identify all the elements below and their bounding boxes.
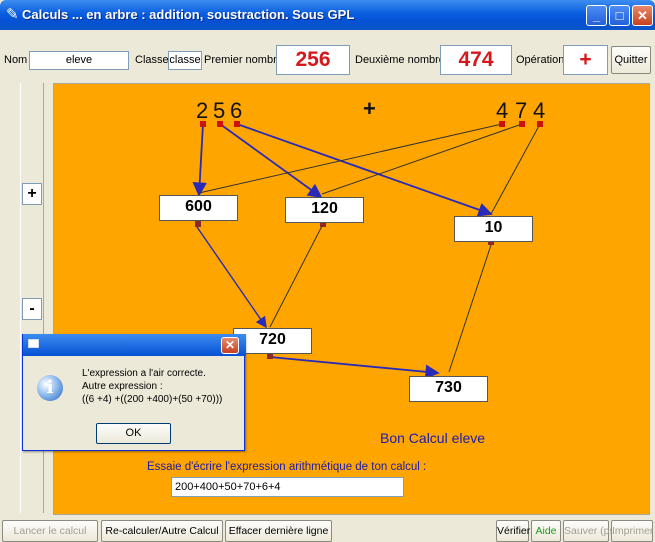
second-number-digit[interactable]: 4 <box>496 98 508 124</box>
first-number-digit[interactable]: 2 <box>196 98 208 124</box>
arrow-600-to-720 <box>196 226 267 329</box>
classe-field[interactable]: classe <box>168 51 202 70</box>
deuxieme-nombre-field[interactable]: 474 <box>440 45 512 75</box>
minimize-button[interactable]: _ <box>586 5 607 26</box>
lancer-calcul-button[interactable]: Lancer le calcul <box>2 520 98 542</box>
dialog-title-bar[interactable] <box>23 334 246 356</box>
expression-input[interactable]: 200+400+50+70+6+4 <box>171 477 404 497</box>
side-minus-button[interactable]: - <box>22 298 42 320</box>
effacer-ligne-button[interactable]: Effacer dernière ligne <box>225 520 332 542</box>
result-box-10[interactable]: 10 <box>454 216 533 242</box>
recalculer-button[interactable]: Re-calculer/Autre Calcul <box>101 520 223 542</box>
message-dialog: ✕ i L'expression a l'air correcte. Autre… <box>22 334 246 451</box>
dialog-close-button[interactable]: ✕ <box>221 337 239 354</box>
imprimer-button[interactable]: Imprimer <box>611 520 653 542</box>
close-button[interactable]: ✕ <box>632 5 653 26</box>
window-title: Calculs ... en arbre : addition, soustra… <box>22 7 355 22</box>
aide-button[interactable]: Aide <box>531 520 561 542</box>
premier-nombre-field[interactable]: 256 <box>276 45 350 75</box>
first-number-digit[interactable]: 6 <box>230 98 242 124</box>
nom-label: Nom <box>4 54 28 66</box>
line-10-to-730 <box>448 244 492 373</box>
expression-prompt: Essaie d'écrire l'expression arithmétiqu… <box>147 461 427 473</box>
operation-label: Opération <box>516 54 565 66</box>
maximize-button[interactable]: □ <box>609 5 630 26</box>
dialog-line-2: Autre expression : <box>82 381 163 392</box>
sauver-button[interactable]: Sauver (ps) <box>563 520 618 542</box>
box-anchor <box>195 221 201 227</box>
arrow-2-to-600 <box>192 123 207 197</box>
second-number-digit[interactable]: 4 <box>533 98 545 124</box>
operator-symbol: + <box>363 96 376 121</box>
dialog-line-1: L'expression a l'air correcte. <box>82 368 206 379</box>
side-plus-button[interactable]: + <box>22 183 42 205</box>
arrow-6-to-10 <box>236 123 493 217</box>
quitter-button[interactable]: Quitter <box>611 46 651 74</box>
app-pencil-icon: ✎ <box>6 6 19 23</box>
info-icon: i <box>37 375 63 401</box>
line-4-to-600 <box>198 123 503 194</box>
operation-field[interactable]: + <box>563 45 608 75</box>
premier-nombre-label: Premier nombre <box>204 54 283 66</box>
first-number-digit[interactable]: 5 <box>213 98 225 124</box>
result-box-730[interactable]: 730 <box>409 376 488 402</box>
dialog-window-icon <box>28 339 39 348</box>
classe-label: Classe <box>135 54 169 66</box>
line-7-to-120 <box>321 123 523 195</box>
ok-button[interactable]: OK <box>96 423 171 444</box>
line-120-to-720 <box>269 225 323 328</box>
result-box-120[interactable]: 120 <box>285 197 364 223</box>
result-box-600[interactable]: 600 <box>159 195 238 221</box>
verifier-button[interactable]: Vérifier <box>496 520 530 542</box>
deuxieme-nombre-label: Deuxième nombre <box>355 54 445 66</box>
line-4-to-10 <box>490 123 541 215</box>
nom-field[interactable]: eleve <box>29 51 129 70</box>
arrow-720-to-730 <box>269 356 440 379</box>
second-number-digit[interactable]: 7 <box>515 98 527 124</box>
dialog-line-3: ((6 +4) +((200 +400)+(50 +70))) <box>82 394 223 405</box>
tree-arrows <box>192 121 543 379</box>
result-message: Bon Calcul eleve <box>380 430 486 446</box>
